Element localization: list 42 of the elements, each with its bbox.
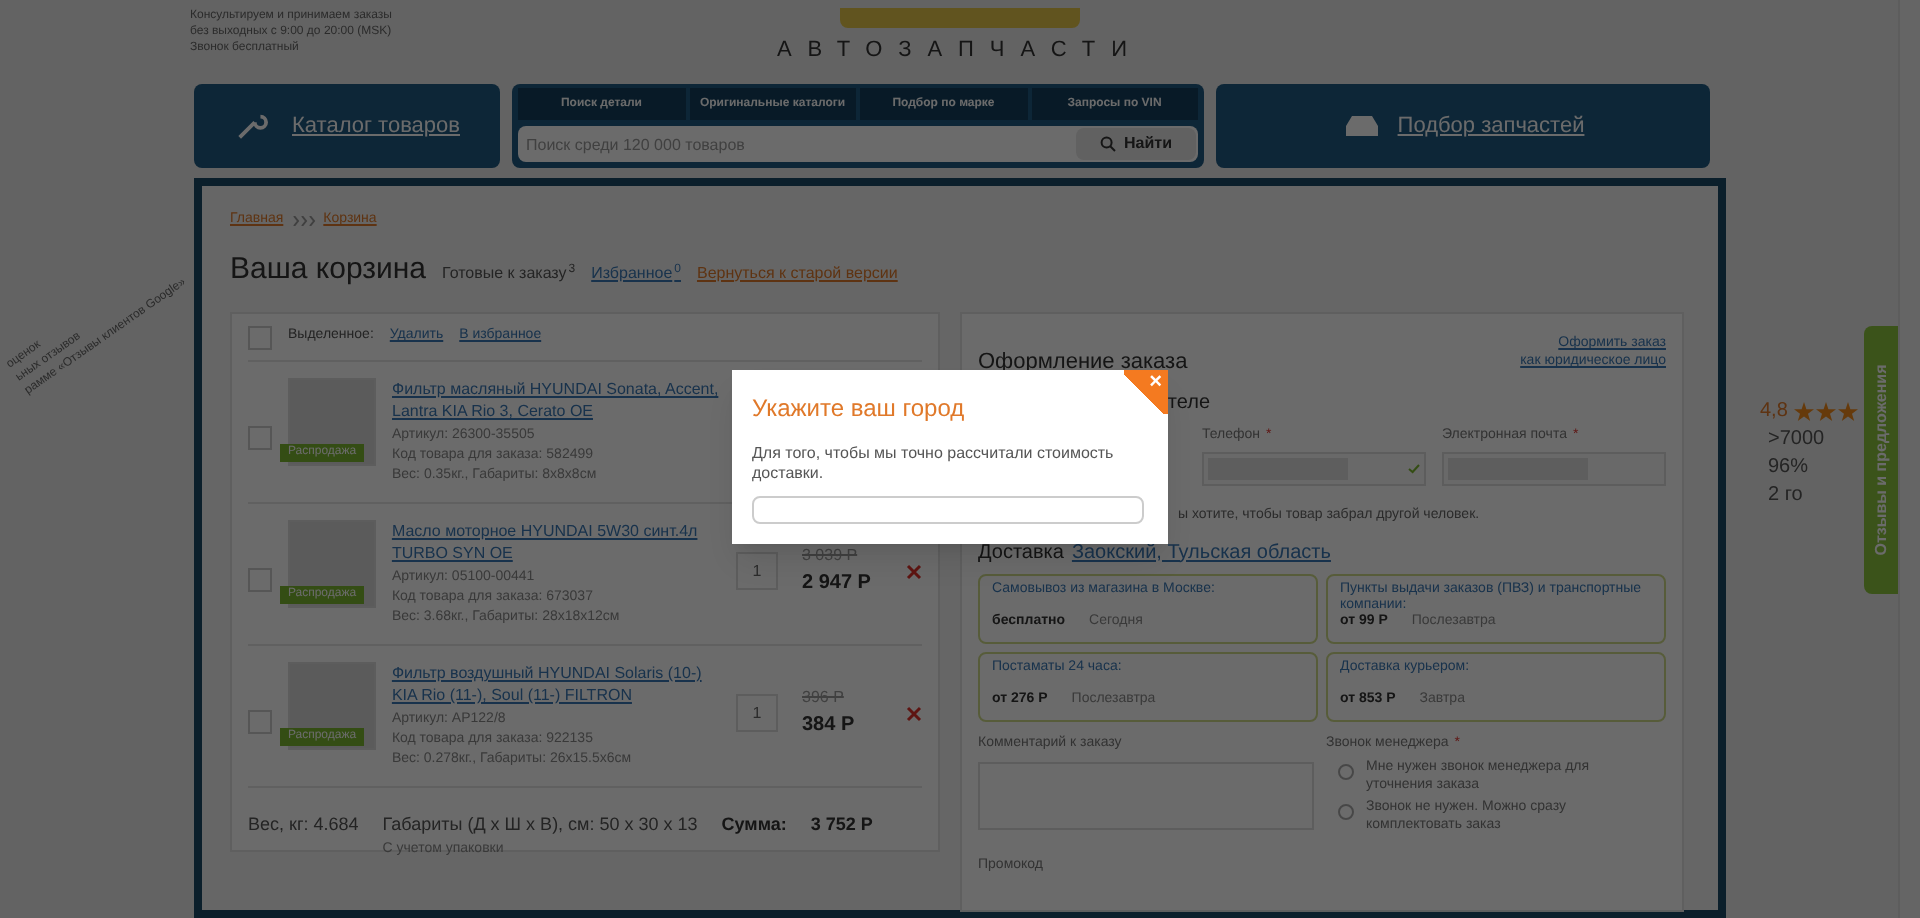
quantity-field[interactable]: 1	[736, 694, 778, 732]
input-field[interactable]	[1202, 452, 1426, 486]
feedback-tab[interactable]: Отзывы и предложения	[1864, 326, 1900, 594]
sum-label: Сумма:	[721, 812, 787, 838]
search-icon	[1100, 136, 1117, 152]
order-title: Оформление заказа	[978, 348, 1188, 375]
product-link[interactable]: Масло моторное HYUNDAI 5W30 синт.4л TURBO SYN OE	[391, 520, 720, 564]
product-link[interactable]: Фильтр воздушный HYUNDAI Solaris (10-) KIA Rio (11-), Soul (11-) FILTRON	[391, 662, 720, 706]
price: 384 Р	[802, 712, 857, 740]
dimensions-total: Габариты (Д х Ш х В), см: 50 х 30 х 13	[382, 812, 698, 838]
parts-selection-button[interactable]: Подбор запчастей	[1216, 84, 1710, 168]
remove-icon[interactable]	[906, 563, 922, 579]
cart-tab[interactable]: Избранное$^{0}$	[591, 261, 681, 285]
chevron-icon	[291, 215, 316, 226]
delivery-label: Доставка	[978, 539, 1064, 567]
radio-button[interactable]	[1338, 764, 1354, 780]
close-button[interactable]: ×	[1124, 370, 1168, 414]
star-icon	[1793, 402, 1814, 422]
search-button[interactable]: Найти	[1076, 128, 1196, 160]
logo-text: АВТОЗАПЧАСТИ	[776, 36, 1144, 66]
rating-value: 4,8	[1760, 400, 1788, 424]
city-field[interactable]	[752, 496, 1144, 524]
rating-stat: 2 го	[1768, 484, 1803, 508]
sum-value: 3 752 Р	[810, 812, 873, 838]
rating-stat: >7000	[1768, 428, 1825, 452]
rating-stat: 96%	[1768, 456, 1809, 480]
dialog-text: Для того, чтобы мы точно рассчитали стоимость доставки.	[752, 444, 1116, 484]
dialog-title: Укажите ваш город	[752, 392, 967, 426]
page-title: Ваша корзина	[230, 249, 427, 289]
old-version-link[interactable]: Вернуться к старой версии	[696, 261, 898, 285]
star-icon	[1815, 402, 1836, 422]
star-icon	[1837, 402, 1858, 422]
price: 2 947 Р	[802, 570, 873, 598]
remove-icon[interactable]	[906, 705, 922, 721]
quantity-field[interactable]: 1	[736, 552, 778, 590]
section-title: теле	[1167, 389, 1210, 417]
product-link[interactable]: Фильтр масляный HYUNDAI Sonata, Accent, Lantra KIA Rio 3, Cerato OE	[392, 378, 722, 422]
radio-button[interactable]	[1338, 804, 1354, 820]
delivery-city-link[interactable]: Заокский, Тульская область	[1071, 537, 1331, 567]
cart-tab[interactable]: Готовые к заказу$^{3}$	[442, 261, 576, 285]
weight-total: Вес, кг: 4.684	[248, 812, 359, 838]
catalog-button[interactable]: Каталог товаров	[194, 84, 500, 168]
